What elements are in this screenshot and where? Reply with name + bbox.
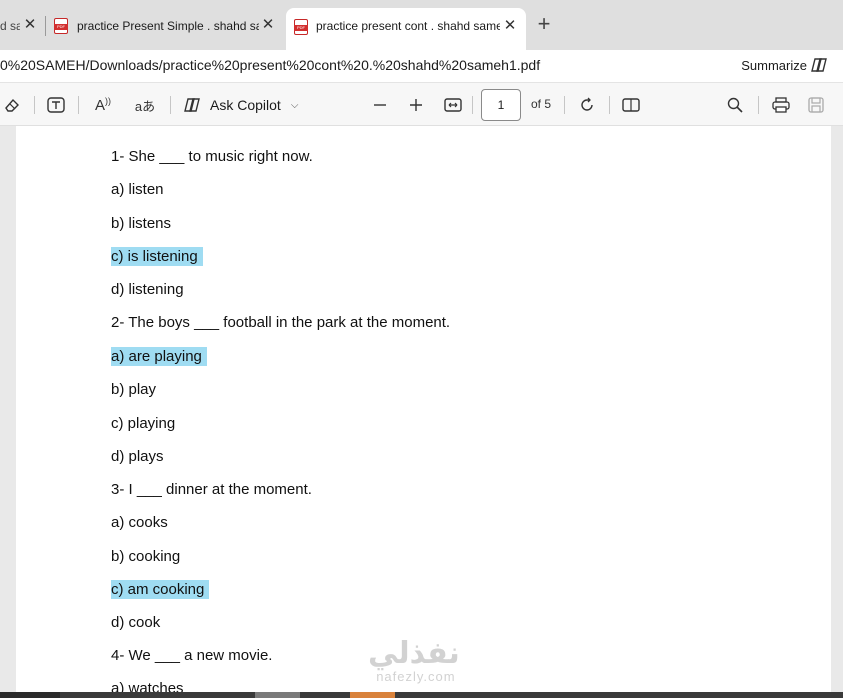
- taskbar-segment: [255, 692, 300, 698]
- tab-strip: d sar ✕ practice Present Simple . shahd …: [0, 0, 843, 50]
- tab-title: practice present cont . shahd same: [316, 19, 500, 33]
- pdf-toolbar: A)) aあ Ask Copilot ⌵ 1 of 5: [0, 82, 843, 126]
- question-line: 4- We ___ a new movie.: [111, 647, 273, 664]
- read-aloud-icon[interactable]: A)): [92, 95, 114, 115]
- watermark-latin: nafezly.com: [376, 669, 456, 684]
- zoom-in-icon[interactable]: [408, 95, 424, 115]
- toolbar-divider: [34, 96, 35, 114]
- pdf-viewer[interactable]: 1- She ___ to music right now. a) listen…: [0, 126, 843, 698]
- summarize-button[interactable]: Summarize: [741, 57, 829, 73]
- copilot-icon: [811, 58, 827, 72]
- answer-option: a) listen: [111, 181, 164, 198]
- tab-title: practice Present Simple . shahd sar: [77, 19, 259, 33]
- search-icon[interactable]: [726, 95, 744, 115]
- answer-option: d) plays: [111, 448, 164, 465]
- translate-icon[interactable]: aあ: [134, 95, 156, 115]
- chevron-down-icon: ⌵: [290, 99, 299, 111]
- copilot-icon: [184, 98, 200, 112]
- tab-title: d sar: [0, 19, 20, 33]
- watermark-logo: نفذلي nafezly.com: [368, 638, 460, 684]
- address-bar: 0%20SAMEH/Downloads/practice%20present%2…: [0, 50, 843, 82]
- toolbar-divider: [472, 96, 473, 114]
- toolbar-divider: [758, 96, 759, 114]
- read-aloud-glyph: A: [94, 96, 105, 114]
- page-number-input[interactable]: 1: [481, 89, 521, 121]
- taskbar-edge: [0, 692, 843, 698]
- pdf-icon: [294, 19, 308, 35]
- toolbar-divider: [78, 96, 79, 114]
- taskbar-segment: [0, 692, 60, 698]
- close-icon[interactable]: ✕: [22, 17, 38, 33]
- tab-practice-present-simple[interactable]: practice Present Simple . shahd sar ✕: [46, 8, 284, 44]
- new-tab-icon[interactable]: +: [533, 13, 555, 36]
- ask-copilot-label: Ask Copilot: [210, 97, 281, 113]
- question-line: 1- She ___ to music right now.: [111, 148, 313, 165]
- answer-option: b) cooking: [111, 548, 181, 565]
- answer-option: a) cooks: [111, 514, 168, 531]
- watermark-arabic: نفذلي: [368, 636, 460, 671]
- answer-option: c) playing: [111, 415, 176, 432]
- summarize-label: Summarize: [741, 57, 807, 73]
- page-count: of 5: [531, 97, 552, 111]
- page-view-icon[interactable]: [621, 95, 641, 115]
- answer-option-highlighted: a) are playing: [111, 347, 207, 366]
- text-box-icon[interactable]: [46, 95, 66, 115]
- tab-practice-present-cont[interactable]: practice present cont . shahd same ✕: [286, 8, 526, 50]
- ask-copilot-button[interactable]: Ask Copilot ⌵: [184, 95, 298, 115]
- rotate-icon[interactable]: [577, 95, 597, 115]
- save-icon[interactable]: [807, 95, 825, 115]
- answer-option: d) listening: [111, 281, 184, 298]
- translate-glyph: aあ: [134, 98, 156, 114]
- answer-option: d) cook: [111, 614, 161, 631]
- question-line: 3- I ___ dinner at the moment.: [111, 481, 312, 498]
- question-line: 2- The boys ___ football in the park at …: [111, 314, 451, 331]
- answer-option: b) play: [111, 381, 157, 398]
- answer-option-highlighted: c) is listening: [111, 247, 203, 266]
- pdf-icon: [54, 18, 68, 34]
- answer-option-highlighted: c) am cooking: [111, 580, 210, 599]
- toolbar-divider: [170, 96, 171, 114]
- close-icon[interactable]: ✕: [260, 17, 276, 33]
- pdf-page: 1- She ___ to music right now. a) listen…: [16, 126, 831, 698]
- answer-option: b) listens: [111, 215, 172, 232]
- fit-width-icon[interactable]: [443, 95, 463, 115]
- toolbar-divider: [609, 96, 610, 114]
- zoom-out-icon[interactable]: [372, 95, 388, 115]
- print-icon[interactable]: [771, 95, 791, 115]
- eraser-icon[interactable]: [2, 95, 22, 115]
- tab-previous[interactable]: d sar ✕: [0, 8, 46, 44]
- toolbar-divider: [564, 96, 565, 114]
- close-icon[interactable]: ✕: [502, 18, 518, 34]
- taskbar-segment: [350, 692, 395, 698]
- url-field[interactable]: 0%20SAMEH/Downloads/practice%20present%2…: [0, 57, 540, 73]
